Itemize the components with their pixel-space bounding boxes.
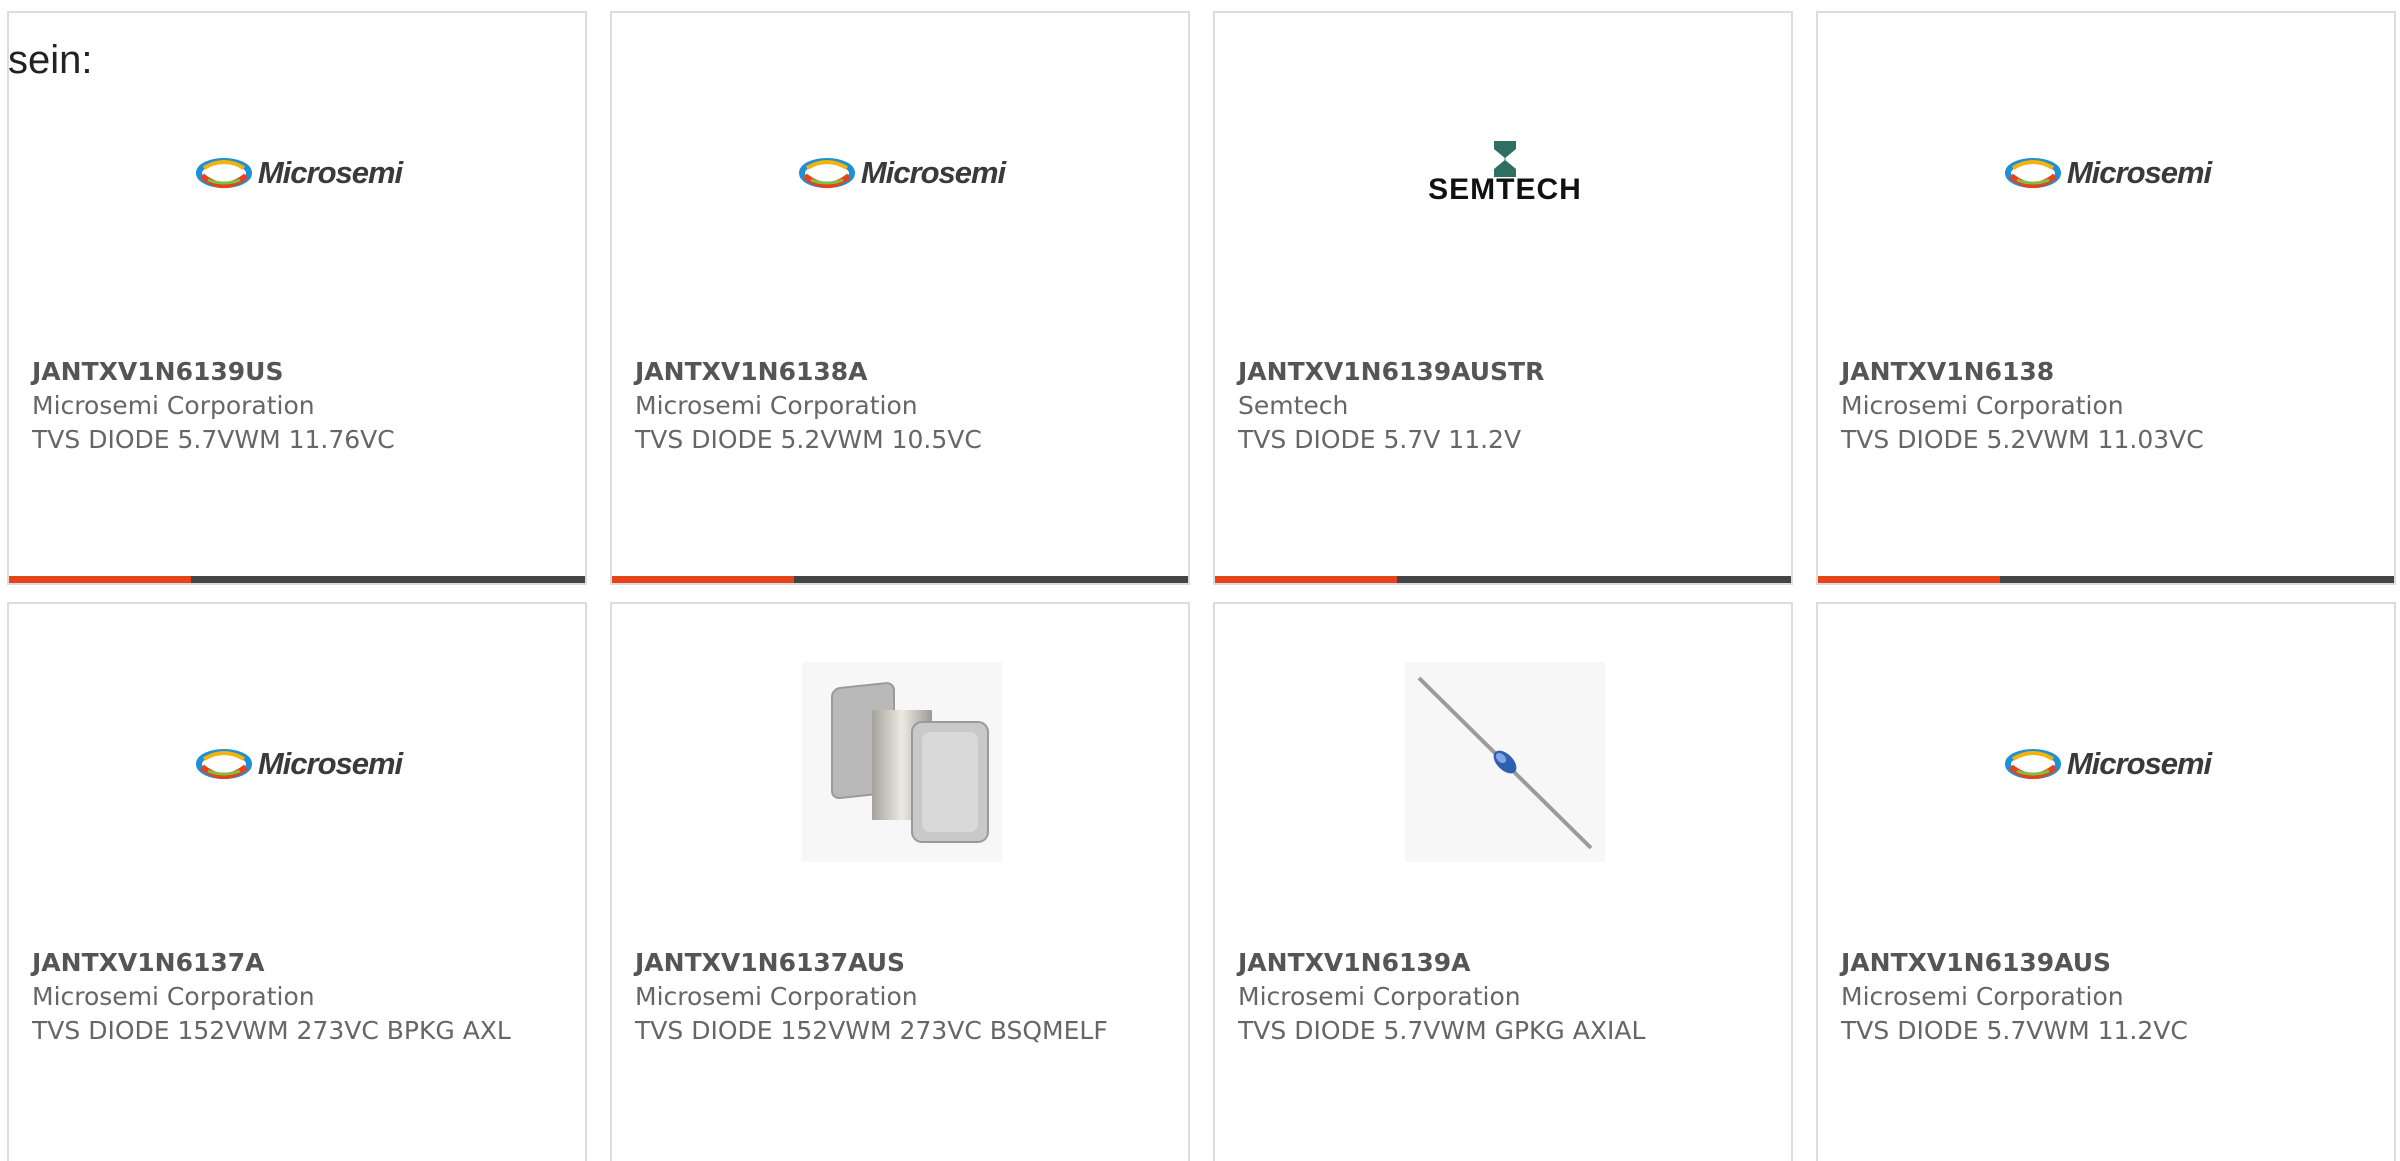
part-number-link[interactable]: JANTXV1N6139US <box>32 355 552 389</box>
product-card[interactable]: Microsemi JANTXV1N6139US Microsemi Corpora… <box>7 11 587 585</box>
product-info: JANTXV1N6137A Microsemi Corporation TVS DI… <box>32 946 552 1048</box>
product-grid: Microsemi JANTXV1N6139US Microsemi Corpora… <box>7 11 2400 1161</box>
product-info: JANTXV1N6139AUSTR Semtech TVS DIODE 5.7V 1… <box>1238 355 1758 457</box>
manufacturer-name: Microsemi Corporation <box>635 391 918 420</box>
microsemi-swoosh-icon <box>2004 749 2061 779</box>
card-bottom-bar <box>612 576 1188 583</box>
part-number-link[interactable]: JANTXV1N6138A <box>635 355 1155 389</box>
product-card[interactable]: Microsemi JANTXV1N6137A Microsemi Corporat… <box>7 602 587 1161</box>
product-info: JANTXV1N6138A Microsemi Corporation TVS DI… <box>635 355 1155 457</box>
product-image[interactable]: Microsemi <box>195 73 403 273</box>
manufacturer-name: Microsemi Corporation <box>1841 391 2124 420</box>
product-description: TVS DIODE 5.7VWM GPKG AXIAL <box>1238 1016 1646 1045</box>
part-number-link[interactable]: JANTXV1N6139AUSTR <box>1238 355 1758 389</box>
product-card[interactable]: JANTXV1N6137AUS Microsemi Corporation TVS … <box>610 602 1190 1161</box>
section-heading: sein: <box>8 38 93 82</box>
product-image[interactable]: Microsemi <box>2004 664 2212 864</box>
product-info: JANTXV1N6139A Microsemi Corporation TVS DI… <box>1238 946 1758 1048</box>
product-description: TVS DIODE 5.7VWM 11.76VC <box>32 425 395 454</box>
product-image[interactable]: Microsemi <box>2004 73 2212 273</box>
microsemi-swoosh-icon <box>2004 158 2061 188</box>
axial-diode-image <box>1405 662 1605 866</box>
part-number-link[interactable]: JANTXV1N6138 <box>1841 355 2361 389</box>
product-description: TVS DIODE 152VWM 273VC BPKG AXL <box>32 1016 511 1045</box>
product-description: TVS DIODE 5.2VWM 10.5VC <box>635 425 982 454</box>
product-description: TVS DIODE 5.7V 11.2V <box>1238 425 1522 454</box>
card-bottom-bar <box>9 576 585 583</box>
product-image[interactable]: SEMTECH <box>1405 73 1605 273</box>
microsemi-swoosh-icon <box>798 158 855 188</box>
part-number-link[interactable]: JANTXV1N6139A <box>1238 946 1758 980</box>
manufacturer-name: Semtech <box>1238 391 1349 420</box>
microsemi-swoosh-icon <box>195 158 252 188</box>
manufacturer-name: Microsemi Corporation <box>1841 982 2124 1011</box>
product-image[interactable] <box>1405 662 1605 866</box>
product-info: JANTXV1N6138 Microsemi Corporation TVS DIO… <box>1841 355 2361 457</box>
card-bar-accent <box>1818 576 2000 583</box>
card-bottom-bar <box>1215 576 1791 583</box>
product-info: JANTXV1N6139US Microsemi Corporation TVS D… <box>32 355 552 457</box>
product-card[interactable]: Microsemi JANTXV1N6139AUS Microsemi Corpor… <box>1816 602 2396 1161</box>
product-card[interactable]: Microsemi JANTXV1N6138A Microsemi Corporat… <box>610 11 1190 585</box>
microsemi-swoosh-icon <box>195 749 252 779</box>
product-description: TVS DIODE 5.7VWM 11.2VC <box>1841 1016 2188 1045</box>
card-bottom-bar <box>1818 576 2394 583</box>
product-card[interactable]: Microsemi JANTXV1N6138 Microsemi Corporati… <box>1816 11 2396 585</box>
card-bar-accent <box>612 576 794 583</box>
product-card[interactable]: SEMTECH JANTXV1N6139AUSTR Semtech TVS DIODE… <box>1213 11 1793 585</box>
manufacturer-name: Microsemi Corporation <box>32 982 315 1011</box>
product-info: JANTXV1N6139AUS Microsemi Corporation TVS … <box>1841 946 2361 1048</box>
product-info: JANTXV1N6137AUS Microsemi Corporation TVS … <box>635 946 1155 1048</box>
microsemi-logo: Microsemi <box>2004 155 2212 191</box>
card-bar-accent <box>9 576 191 583</box>
card-bar-accent <box>1215 576 1397 583</box>
product-description: TVS DIODE 152VWM 273VC BSQMELF <box>635 1016 1108 1045</box>
product-description: TVS DIODE 5.2VWM 11.03VC <box>1841 425 2204 454</box>
microsemi-logo: Microsemi <box>195 746 403 782</box>
product-image[interactable]: Microsemi <box>195 664 403 864</box>
microsemi-logo: Microsemi <box>2004 746 2212 782</box>
microsemi-logo: Microsemi <box>798 155 1006 191</box>
product-image[interactable] <box>802 662 1002 866</box>
product-card[interactable]: JANTXV1N6139A Microsemi Corporation TVS DI… <box>1213 602 1793 1161</box>
page: sein: Microsemi JANTXV1N6139US Microsemi C… <box>0 0 2400 1161</box>
microsemi-logo: Microsemi <box>195 155 403 191</box>
manufacturer-name: Microsemi Corporation <box>1238 982 1521 1011</box>
product-image[interactable]: Microsemi <box>798 73 1006 273</box>
part-number-link[interactable]: JANTXV1N6139AUS <box>1841 946 2361 980</box>
part-number-link[interactable]: JANTXV1N6137A <box>32 946 552 980</box>
manufacturer-name: Microsemi Corporation <box>32 391 315 420</box>
smd-melf-diode-image <box>802 662 1002 866</box>
semtech-logo: SEMTECH <box>1428 139 1582 207</box>
part-number-link[interactable]: JANTXV1N6137AUS <box>635 946 1155 980</box>
manufacturer-name: Microsemi Corporation <box>635 982 918 1011</box>
